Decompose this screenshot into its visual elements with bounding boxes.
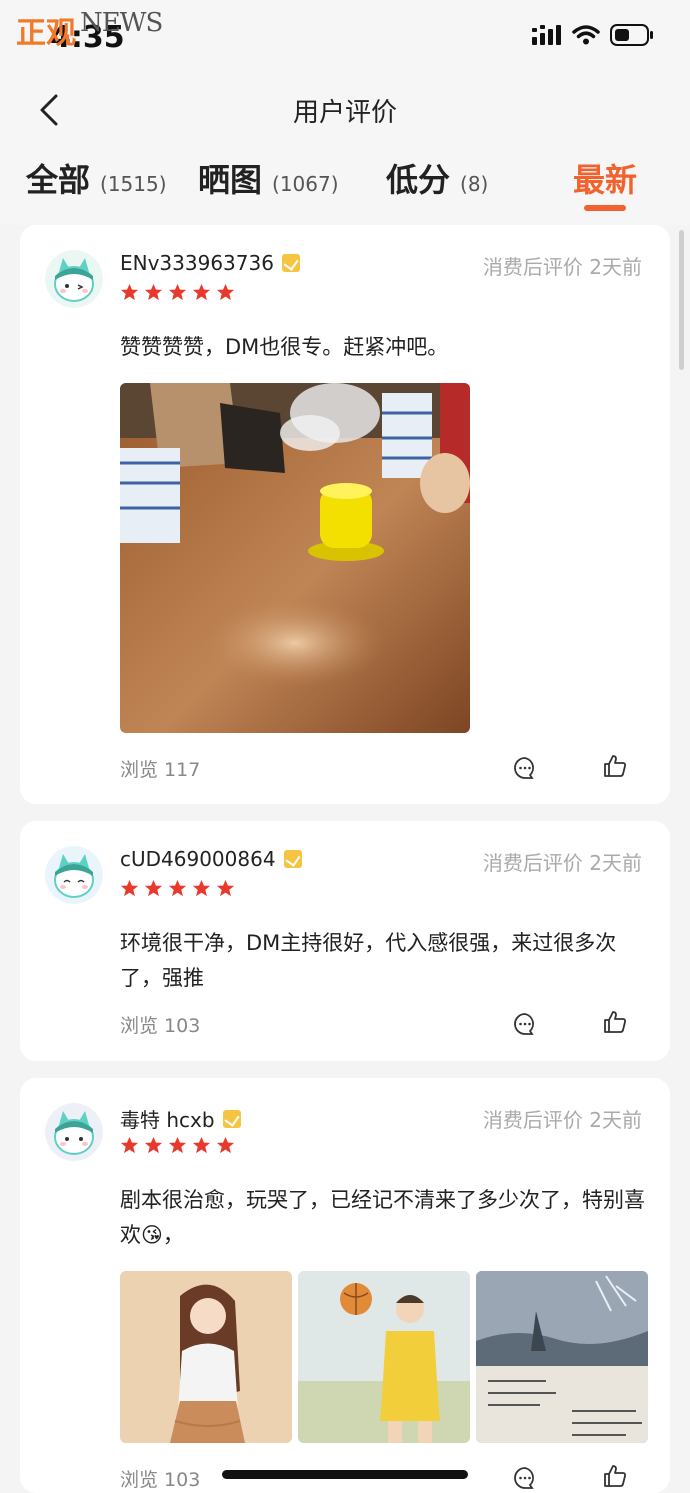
tab-label: 低分 [386, 161, 451, 199]
signal-icon [532, 25, 561, 45]
username[interactable]: 毒特 hcxb [120, 1104, 241, 1133]
tab-label: 晒图 [198, 161, 263, 199]
star-icon [168, 1136, 187, 1154]
verified-badge-icon [222, 1109, 241, 1128]
thumbs-up-icon[interactable] [602, 753, 628, 779]
review-meta: 消费后评价 2天前 [482, 851, 642, 875]
nav-bar: 用户评价 [0, 70, 690, 150]
home-indicator[interactable] [222, 1470, 468, 1479]
username-text: 毒特 hcxb [120, 1108, 215, 1132]
star-rating [120, 283, 235, 302]
scrollbar[interactable] [679, 230, 684, 370]
tab-all[interactable]: 全部 (1515) [26, 155, 167, 201]
review-photo[interactable] [298, 1271, 470, 1443]
tab-latest[interactable]: 最新 [573, 155, 637, 201]
verified-badge-icon [283, 850, 302, 868]
tab-label: 最新 [573, 161, 638, 199]
battery-icon [610, 24, 653, 46]
tab-count: (1515) [100, 172, 167, 196]
page-title: 用户评价 [292, 98, 397, 128]
star-icon [192, 879, 211, 897]
tab-count: (1067) [272, 172, 339, 196]
view-count: 浏览 103 [120, 1015, 201, 1037]
star-icon [168, 879, 187, 897]
status-bar: 4:35 正观 NEWS [0, 0, 690, 70]
thumbs-up-icon[interactable] [602, 1009, 628, 1035]
review-meta: 消费后评价 2天前 [482, 1108, 642, 1132]
wifi-icon [572, 25, 600, 45]
star-icon [192, 283, 211, 301]
verified-badge-icon [281, 254, 300, 272]
username-text: ENv333963736 [120, 251, 274, 275]
review-card: ENv333963736 消费后评价 2天前 赞赞赞赞，DM也很专。赶紧冲吧。 [20, 225, 670, 804]
username[interactable]: ENv333963736 [120, 251, 300, 275]
review-meta: 消费后评价 2天前 [482, 255, 642, 279]
watermark-cn: 正观 [16, 16, 76, 51]
review-photo[interactable] [120, 383, 470, 733]
tab-low-score[interactable]: 低分 (8) [386, 155, 488, 201]
review-text: 环境很干净，DM主持很好，代入感很强，来过很多次了，强推 [120, 931, 617, 990]
star-icon [120, 283, 139, 301]
star-icon [144, 283, 163, 301]
star-icon [216, 1136, 235, 1154]
watermark-en: NEWS [80, 8, 163, 38]
star-rating [120, 1136, 235, 1155]
star-icon [144, 1136, 163, 1154]
view-count: 浏览 103 [120, 1469, 201, 1491]
tab-photos[interactable]: 晒图 (1067) [198, 155, 339, 201]
review-photo[interactable] [476, 1271, 648, 1443]
tab-count: (8) [460, 172, 489, 196]
avatar[interactable] [45, 1103, 103, 1161]
active-tab-indicator [584, 205, 626, 211]
star-icon [192, 1136, 211, 1154]
review-text: 剧本很治愈，玩哭了，已经记不清来了多少次了，特别喜欢😘， [120, 1188, 645, 1247]
tab-label: 全部 [26, 161, 91, 199]
review-card: cUD469000864 消费后评价 2天前 环境很干净，DM主持很好，代入感很… [20, 821, 670, 1061]
star-icon [216, 879, 235, 897]
comment-icon[interactable] [512, 755, 538, 781]
star-icon [120, 879, 139, 897]
comment-icon[interactable] [512, 1465, 538, 1491]
username-text: cUD469000864 [120, 847, 276, 871]
review-card: 毒特 hcxb 消费后评价 2天前 剧本很治愈，玩哭了，已经记不清来了多少次了，… [20, 1078, 670, 1493]
status-icons [532, 24, 654, 46]
comment-icon[interactable] [512, 1011, 538, 1037]
review-photo[interactable] [120, 1271, 292, 1443]
star-rating [120, 879, 235, 898]
review-text: 赞赞赞赞，DM也很专。赶紧冲吧。 [120, 335, 449, 359]
view-count: 浏览 117 [120, 759, 201, 781]
star-icon [168, 283, 187, 301]
star-icon [120, 1136, 139, 1154]
thumbs-up-icon[interactable] [602, 1463, 628, 1489]
avatar[interactable] [45, 846, 103, 904]
avatar[interactable] [45, 250, 103, 308]
top-area: 4:35 正观 NEWS 用户评价 全部 (1515) 晒图 (1067) 低分… [0, 0, 690, 225]
star-icon [216, 283, 235, 301]
username[interactable]: cUD469000864 [120, 847, 302, 871]
star-icon [144, 879, 163, 897]
